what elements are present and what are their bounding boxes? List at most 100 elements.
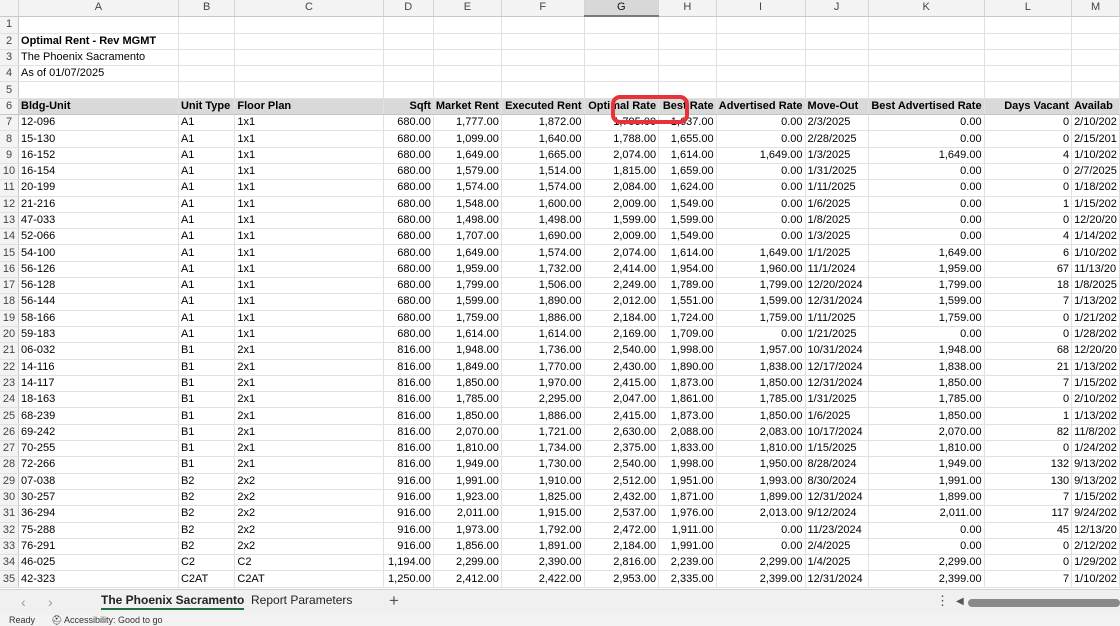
cell[interactable] [805,33,869,50]
data-cell[interactable]: 0.00 [868,228,985,246]
data-cell[interactable]: 1,976.00 [658,505,717,523]
data-cell[interactable]: A1 [178,326,236,344]
data-cell[interactable]: 2x2 [234,505,384,523]
data-cell[interactable]: 2,011.00 [868,505,985,523]
data-cell[interactable]: 1/4/2025 [805,554,869,572]
data-cell[interactable]: 1,833.00 [658,440,717,458]
data-cell[interactable]: 680.00 [383,147,434,164]
data-cell[interactable]: 72-266 [18,456,179,474]
cell[interactable] [501,65,585,83]
data-cell[interactable]: 10/17/2024 [805,424,869,442]
row-header[interactable]: 11 [0,179,20,197]
data-cell[interactable]: 1/15/202 [1071,489,1120,507]
data-cell[interactable]: B1 [178,424,236,442]
data-cell[interactable]: 1,899.00 [716,489,806,507]
column-title[interactable]: Executed Rent [501,98,585,116]
cell[interactable] [584,81,660,99]
data-cell[interactable]: 1x1 [234,147,384,164]
column-header-k[interactable]: K [868,0,985,17]
data-cell[interactable]: 2,399.00 [716,570,806,588]
data-cell[interactable]: 916.00 [383,505,434,523]
data-cell[interactable]: 1x1 [234,196,384,213]
data-cell[interactable]: 76-291 [18,538,179,556]
cell[interactable] [501,49,585,67]
cell[interactable] [584,16,660,34]
data-cell[interactable]: A1 [178,179,236,197]
data-cell[interactable]: 2,070.00 [868,424,985,442]
data-cell[interactable]: 1,810.00 [868,440,985,458]
data-cell[interactable]: 2/3/2025 [805,114,869,132]
data-cell[interactable]: 18 [984,277,1073,295]
data-cell[interactable]: 7 [984,375,1073,393]
data-cell[interactable]: 916.00 [383,489,434,507]
data-cell[interactable]: 1,599.00 [658,212,717,230]
data-cell[interactable]: 1,649.00 [433,244,502,262]
data-cell[interactable]: 816.00 [383,456,434,474]
data-cell[interactable]: B1 [178,342,236,360]
data-cell[interactable]: 1/11/2025 [805,310,869,327]
data-cell[interactable]: A1 [178,196,236,213]
data-cell[interactable]: 70-255 [18,440,179,458]
cell[interactable] [984,16,1073,34]
cell[interactable] [18,16,179,34]
row-header[interactable]: 18 [0,293,20,311]
data-cell[interactable]: 1,574.00 [433,179,502,197]
spreadsheet-grid[interactable]: A B C D E F G H I J K L M 1 2 Optimal Rent - Rev MGMT 3 T… [0,0,1120,589]
data-cell[interactable]: 1,973.00 [433,522,502,539]
column-header-j[interactable]: J [805,0,869,17]
next-sheet-icon[interactable]: › [48,594,53,610]
data-cell[interactable]: 1,890.00 [501,293,585,311]
data-cell[interactable]: 2,630.00 [584,424,660,442]
data-cell[interactable]: 1x1 [234,326,384,344]
data-cell[interactable]: 2,013.00 [716,505,806,523]
cell[interactable] [178,81,236,99]
data-cell[interactable]: 1,991.00 [658,538,717,556]
data-cell[interactable]: A1 [178,130,236,148]
data-cell[interactable]: 2x1 [234,424,384,442]
data-cell[interactable]: 1,850.00 [433,407,502,425]
data-cell[interactable]: 1,549.00 [658,196,717,213]
data-cell[interactable]: 2,070.00 [433,424,502,442]
data-cell[interactable]: 12/17/2024 [805,359,869,376]
data-cell[interactable]: 680.00 [383,293,434,311]
row-header[interactable]: 7 [0,114,20,132]
data-cell[interactable]: 1,910.00 [501,473,585,490]
data-cell[interactable]: 68 [984,342,1073,360]
data-cell[interactable]: 1,599.00 [584,212,660,230]
select-all-corner[interactable] [0,0,20,17]
data-cell[interactable]: 2x1 [234,440,384,458]
data-cell[interactable]: 1,649.00 [868,147,985,164]
row-header[interactable]: 2 [0,33,20,50]
data-cell[interactable]: 1,799.00 [868,277,985,295]
data-cell[interactable]: 1,815.00 [584,163,660,181]
data-cell[interactable]: 56-144 [18,293,179,311]
data-cell[interactable]: 1,886.00 [501,407,585,425]
data-cell[interactable]: 2x1 [234,391,384,409]
data-cell[interactable]: 1,721.00 [501,424,585,442]
data-cell[interactable]: 9/13/202 [1071,473,1120,490]
data-cell[interactable]: B2 [178,505,236,523]
data-cell[interactable]: 1x1 [234,179,384,197]
data-cell[interactable]: 816.00 [383,440,434,458]
data-cell[interactable]: B2 [178,489,236,507]
data-cell[interactable]: 1/3/2025 [805,228,869,246]
cell[interactable] [984,33,1073,50]
data-cell[interactable]: 2/4/2025 [805,538,869,556]
data-cell[interactable]: 21-216 [18,196,179,213]
data-cell[interactable]: 2,540.00 [584,456,660,474]
data-cell[interactable]: 1/15/202 [1071,375,1120,393]
data-cell[interactable]: 2,422.00 [501,570,585,588]
accessibility-icon[interactable]: ⛑ [51,615,62,626]
data-cell[interactable]: C2 [234,554,384,572]
row-header[interactable]: 4 [0,65,20,83]
cell[interactable] [18,81,179,99]
cell[interactable] [1071,16,1120,34]
data-cell[interactable]: 1,948.00 [868,342,985,360]
data-cell[interactable]: 1/24/202 [1071,440,1120,458]
data-cell[interactable]: 680.00 [383,277,434,295]
data-cell[interactable]: 1/13/202 [1071,293,1120,311]
data-cell[interactable]: 2,184.00 [584,310,660,327]
data-cell[interactable]: 9/13/202 [1071,456,1120,474]
data-cell[interactable]: 2,295.00 [501,391,585,409]
tab-report-parameters[interactable]: Report Parameters [251,593,352,607]
